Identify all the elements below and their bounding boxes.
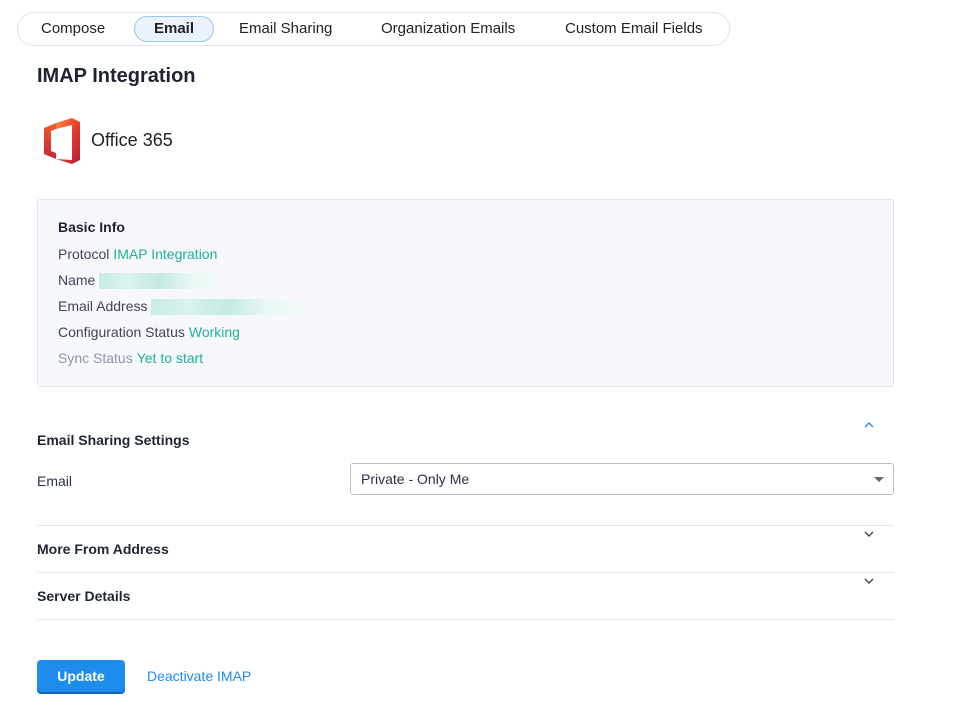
email-label: Email Address — [58, 298, 148, 314]
email-redacted — [151, 299, 304, 316]
deactivate-imap-link[interactable]: Deactivate IMAP — [147, 668, 251, 684]
config-status-row: Configuration Status Working — [58, 324, 240, 340]
tab-email-sharing[interactable]: Email Sharing — [239, 16, 332, 42]
protocol-row: Protocol IMAP Integration — [58, 246, 217, 262]
tab-compose[interactable]: Compose — [41, 16, 105, 42]
chevron-down-icon[interactable] — [862, 527, 876, 541]
config-status-label: Configuration Status — [58, 324, 185, 340]
sync-status-label: Sync Status — [58, 350, 133, 366]
caret-down-icon — [874, 477, 884, 482]
email-row: Email Address — [58, 298, 304, 316]
tab-custom-email-fields[interactable]: Custom Email Fields — [565, 16, 703, 42]
email-sharing-settings-title: Email Sharing Settings — [37, 432, 190, 448]
more-from-address-title[interactable]: More From Address — [37, 541, 169, 557]
email-sharing-field-label: Email — [37, 473, 73, 489]
basic-info-title: Basic Info — [58, 219, 125, 235]
chevron-up-icon[interactable] — [862, 418, 876, 432]
office365-logo-icon — [44, 118, 80, 164]
tab-email[interactable]: Email — [134, 16, 214, 42]
config-status-value: Working — [188, 324, 240, 340]
name-row: Name — [58, 272, 220, 290]
divider — [37, 572, 894, 573]
update-button[interactable]: Update — [37, 660, 125, 692]
tab-organization-emails[interactable]: Organization Emails — [381, 16, 515, 42]
name-redacted — [99, 273, 220, 290]
protocol-value: IMAP Integration — [113, 246, 218, 262]
sync-status-row: Sync Status Yet to start — [58, 350, 203, 366]
provider-name: Office 365 — [91, 130, 173, 150]
divider — [37, 619, 894, 620]
chevron-down-icon[interactable] — [862, 574, 876, 588]
settings-tab-bar: Compose Email Email Sharing Organization… — [17, 12, 730, 46]
divider — [37, 525, 894, 526]
name-label: Name — [58, 272, 96, 288]
email-sharing-selected: Private - Only Me — [361, 471, 470, 487]
sync-status-value: Yet to start — [136, 350, 204, 366]
protocol-label: Protocol — [58, 246, 110, 262]
basic-info-panel: Basic Info Protocol IMAP Integration Name… — [37, 199, 894, 387]
server-details-title[interactable]: Server Details — [37, 588, 130, 604]
page-title: IMAP Integration — [37, 65, 196, 87]
email-sharing-select[interactable]: Private - Only Me — [350, 463, 894, 495]
